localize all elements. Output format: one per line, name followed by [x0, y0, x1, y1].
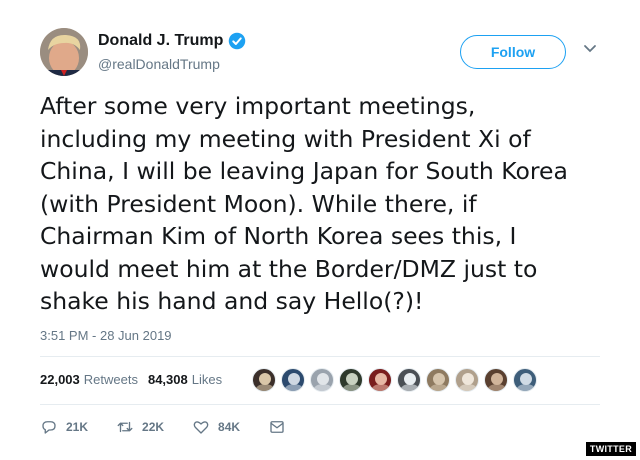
liker-avatar[interactable]	[513, 368, 537, 392]
likes-label[interactable]: Likes	[192, 372, 222, 387]
liker-avatar[interactable]	[252, 368, 276, 392]
verified-badge-icon	[229, 32, 246, 50]
chevron-down-icon[interactable]	[583, 44, 597, 54]
direct-message-icon	[270, 421, 284, 433]
divider	[40, 356, 600, 357]
watermark: TWITTER	[585, 442, 636, 456]
retweets-count[interactable]: 22,003	[40, 372, 80, 387]
likes-count[interactable]: 84,308	[148, 372, 188, 387]
liker-avatar[interactable]	[281, 368, 305, 392]
avatar-image	[40, 28, 88, 76]
retweet-icon	[117, 421, 133, 433]
liker-avatar[interactable]	[397, 368, 421, 392]
liker-avatar[interactable]	[426, 368, 450, 392]
liker-avatar[interactable]	[484, 368, 508, 392]
heart-icon	[193, 421, 209, 434]
liker-avatar[interactable]	[339, 368, 363, 392]
liker-avatars	[252, 368, 542, 392]
liker-avatar[interactable]	[455, 368, 479, 392]
divider	[40, 404, 600, 405]
author-handle[interactable]: @realDonaldTrump	[98, 56, 220, 72]
like-count: 84K	[218, 420, 241, 434]
author-name-row: Donald J. Trump	[98, 32, 246, 50]
like-button[interactable]: 84K	[192, 418, 240, 436]
display-name[interactable]: Donald J. Trump	[98, 32, 223, 50]
retweets-label[interactable]: Retweets	[84, 372, 138, 387]
reply-count: 21K	[66, 420, 89, 434]
retweet-count: 22K	[142, 420, 165, 434]
liker-avatar[interactable]	[310, 368, 334, 392]
avatar[interactable]	[40, 28, 88, 76]
engagement-stats: 22,003 Retweets 84,308 Likes	[40, 372, 222, 387]
reply-button[interactable]: 21K	[40, 418, 88, 436]
retweet-button[interactable]: 22K	[116, 418, 164, 436]
reply-icon	[42, 421, 56, 434]
timestamp[interactable]: 3:51 PM - 28 Jun 2019	[40, 328, 172, 343]
liker-avatar[interactable]	[368, 368, 392, 392]
action-bar: 21K 22K 84K	[40, 418, 322, 436]
follow-button[interactable]: Follow	[460, 35, 566, 69]
tweet-text: After some very important meetings, incl…	[40, 92, 568, 315]
direct-message-button[interactable]	[268, 418, 294, 436]
tweet-card: Donald J. Trump @realDonaldTrump Follow …	[0, 0, 640, 460]
